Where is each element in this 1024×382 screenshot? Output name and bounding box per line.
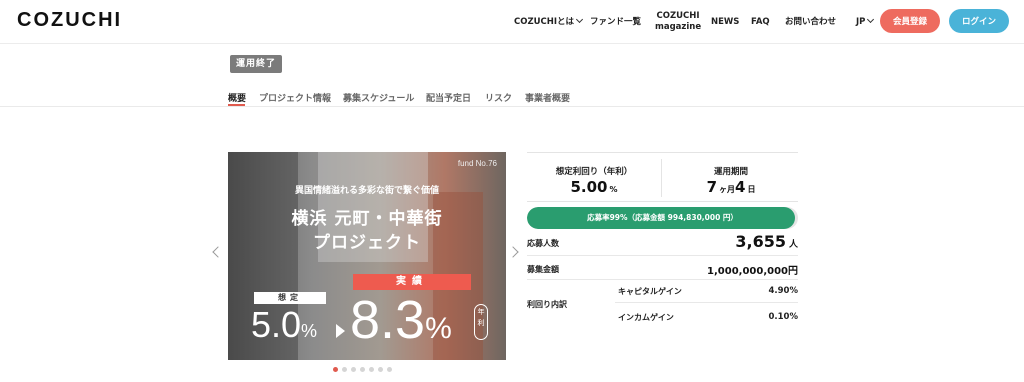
stats-divider	[661, 159, 662, 197]
actual-rate: 8.3%	[350, 293, 452, 356]
yield-breakdown-label: 利回り内訳	[527, 300, 567, 309]
carousel-dot[interactable]	[342, 367, 347, 372]
nav-magazine-line1: COZUCHI	[656, 11, 700, 21]
income-gain-label: インカムゲイン	[618, 313, 674, 322]
applicants-unit: 人	[788, 240, 798, 250]
key-stats: 想定利回り（年利） 5.00% 運用期間 7 ヶ月4 日	[527, 152, 798, 202]
arrow-right-icon	[336, 324, 345, 338]
expected-yield-unit: %	[609, 185, 618, 194]
amount-value: 1,000,000,000円	[707, 266, 798, 277]
language-label: JP	[856, 17, 866, 27]
period-label: 運用期間	[713, 167, 748, 177]
status-badge: 運用終了	[230, 55, 283, 73]
annual-badge: 年利	[474, 304, 488, 340]
capital-gain-value: 4.90%	[768, 286, 799, 296]
period-months-unit: ヶ月	[719, 185, 735, 194]
expected-yield-label: 想定利回り（年利）	[555, 167, 633, 177]
tab-risk[interactable]: リスク	[485, 91, 512, 104]
carousel-dot[interactable]	[360, 367, 365, 372]
application-progress-text: 応募率99%（応募金額 994,830,000 円）	[587, 213, 738, 222]
carousel-dot[interactable]	[387, 367, 392, 372]
capital-gain-label: キャピタルゲイン	[618, 287, 682, 296]
project-slide[interactable]: fund No.76 異国情緒溢れる多彩な街で繋ぐ価値 横浜 元町・中華街 プロ…	[228, 152, 506, 360]
applicants-value: 3,655	[735, 232, 786, 251]
carousel-dot[interactable]	[378, 367, 383, 372]
nav-about-label: COZUCHIとは	[514, 17, 575, 27]
period-days: 4	[735, 178, 746, 196]
expected-yield-value: 5.00	[570, 178, 608, 196]
period: 7 ヶ月4 日	[664, 178, 798, 196]
cozuchi-logo[interactable]: COZUCHI	[17, 9, 122, 32]
nav-magazine[interactable]: COZUCHI magazine	[655, 11, 701, 33]
expected-yield: 5.00%	[527, 178, 661, 196]
application-progress-bar: 応募率99%（応募金額 994,830,000 円）	[527, 207, 798, 229]
actual-label: 実績	[353, 274, 471, 290]
site-header: COZUCHI COZUCHIとは ファンド一覧 COZUCHI magazin…	[0, 0, 1024, 44]
amount-row: 募集金額 1,000,000,000円	[527, 256, 798, 280]
carousel-dot[interactable]	[333, 367, 338, 372]
nav-funds[interactable]: ファンド一覧	[590, 17, 641, 28]
fund-number: fund No.76	[457, 159, 497, 168]
tab-operator[interactable]: 事業者概要	[525, 91, 570, 104]
tab-overview[interactable]: 概要	[228, 91, 246, 104]
planned-rate: 5.0%	[251, 307, 317, 349]
period-months: 7	[706, 178, 717, 196]
period-days-unit: 日	[747, 185, 756, 194]
signup-button[interactable]: 会員登録	[880, 9, 940, 33]
language-select[interactable]: JP	[856, 15, 875, 28]
login-button[interactable]: ログイン	[949, 9, 1009, 33]
applicants: 3,655 人	[735, 232, 798, 251]
chevron-down-icon	[867, 15, 875, 24]
carousel-prev-icon[interactable]	[212, 246, 224, 258]
actual-rate-percent: %	[425, 312, 452, 345]
tab-schedule[interactable]: 募集スケジュール	[343, 91, 414, 104]
planned-rate-percent: %	[301, 321, 318, 341]
tab-dividend-dates[interactable]: 配当予定日	[426, 91, 471, 104]
tabs-divider	[0, 106, 1024, 107]
yield-breakdown-row: 利回り内訳 キャピタルゲイン 4.90% インカムゲイン 0.10%	[527, 280, 798, 328]
nav-magazine-line2: magazine	[655, 22, 702, 32]
planned-label: 想定	[254, 292, 326, 304]
applicants-row: 応募人数 3,655 人	[527, 232, 798, 256]
tab-project-info[interactable]: プロジェクト情報	[259, 91, 331, 104]
nav-news[interactable]: NEWS	[711, 17, 739, 28]
nav-contact[interactable]: お問い合わせ	[785, 17, 836, 28]
planned-rate-value: 5.0	[251, 304, 302, 345]
income-gain-value: 0.10%	[768, 312, 799, 322]
applicants-label: 応募人数	[527, 239, 559, 248]
carousel-next-icon[interactable]	[507, 246, 519, 258]
nav-about[interactable]: COZUCHIとは	[514, 15, 584, 28]
amount-label: 募集金額	[527, 265, 559, 274]
nav-faq[interactable]: FAQ	[751, 17, 770, 28]
actual-rate-value: 8.3	[350, 290, 426, 350]
carousel-dots	[333, 367, 392, 373]
carousel-dot[interactable]	[351, 367, 356, 372]
chevron-down-icon	[576, 15, 584, 24]
slide-title-line2: プロジェクト	[313, 233, 421, 253]
carousel-dot[interactable]	[369, 367, 374, 372]
slide-catchphrase: 異国情緒溢れる多彩な街で繋ぐ価値	[294, 186, 439, 196]
slide-title-line1: 横浜 元町・中華街	[291, 209, 443, 229]
breakdown-divider	[615, 302, 798, 303]
